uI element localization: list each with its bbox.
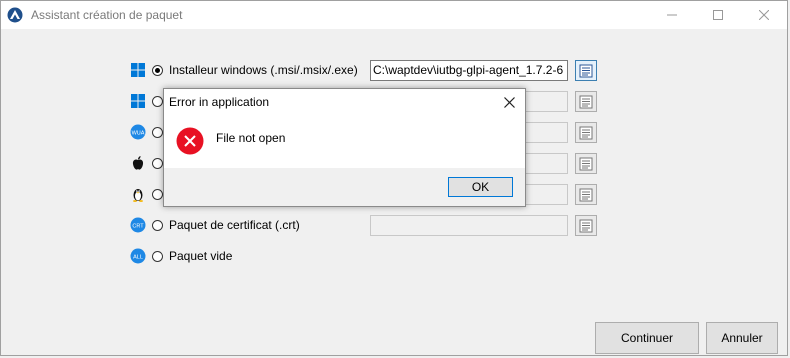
option-row-windows-2[interactable] (130, 90, 163, 112)
dialog-body: File not open (164, 115, 525, 168)
continue-button[interactable]: Continuer (595, 322, 699, 354)
certificate-path-field[interactable] (370, 215, 568, 236)
ok-button[interactable]: OK (448, 177, 513, 197)
option-row-apple[interactable] (130, 152, 163, 174)
option-row-empty-package[interactable]: ALL Paquet vide (130, 245, 232, 267)
svg-text:ALL: ALL (133, 255, 143, 261)
browse-installer-button[interactable] (575, 60, 597, 81)
option-row-wua[interactable]: WUA (130, 121, 163, 143)
option-label-windows-installer: Installeur windows (.msi/.msix/.exe) (169, 63, 358, 77)
option-row-certificate[interactable]: CRT Paquet de certificat (.crt) (130, 214, 300, 236)
radio-apple[interactable] (152, 157, 163, 169)
wua-icon: WUA (130, 124, 146, 140)
window-title: Assistant création de paquet (31, 8, 183, 22)
dialog-title: Error in application (169, 95, 270, 109)
radio-windows-2[interactable] (152, 95, 163, 107)
radio-linux[interactable] (152, 188, 163, 200)
option-row-windows-installer[interactable]: Installeur windows (.msi/.msix/.exe) (130, 59, 358, 81)
crt-icon: CRT (130, 217, 146, 233)
minimize-button[interactable] (649, 1, 695, 29)
cancel-button[interactable]: Annuler (706, 322, 778, 354)
browse-certificate-button[interactable] (575, 215, 597, 236)
radio-wua[interactable] (152, 126, 163, 138)
title-bar[interactable]: Assistant création de paquet (1, 1, 787, 29)
browse-button-5[interactable] (575, 184, 597, 205)
option-label-empty-package: Paquet vide (169, 249, 233, 263)
radio-empty-package[interactable] (152, 250, 163, 262)
browse-file-icon (579, 188, 593, 201)
package-wizard-window: Assistant création de paquet Installeur … (0, 0, 788, 356)
radio-certificate[interactable] (152, 219, 163, 231)
wapt-app-icon (7, 7, 23, 23)
windows-icon (130, 93, 146, 109)
browse-file-icon (579, 157, 593, 170)
browse-file-icon (579, 126, 593, 139)
windows-icon (130, 62, 146, 78)
all-icon: ALL (130, 248, 146, 264)
browse-button-4[interactable] (575, 153, 597, 174)
error-icon (176, 127, 204, 155)
dialog-close-icon[interactable] (501, 94, 517, 110)
svg-text:WUA: WUA (132, 131, 145, 137)
close-button[interactable] (741, 1, 787, 29)
maximize-button[interactable] (695, 1, 741, 29)
radio-windows-installer[interactable] (152, 64, 163, 76)
apple-icon (130, 155, 146, 171)
dialog-title-bar[interactable]: Error in application (164, 89, 525, 115)
error-dialog: Error in application File not open OK (163, 88, 526, 207)
browse-button-3[interactable] (575, 122, 597, 143)
browse-file-icon (579, 64, 593, 77)
installer-path-field[interactable]: C:\waptdev\iutbg-glpi-agent_1.7.2-6 (370, 60, 568, 81)
option-label-certificate: Paquet de certificat (.crt) (169, 218, 300, 232)
dialog-message: File not open (216, 131, 286, 145)
browse-file-icon (579, 219, 593, 232)
svg-text:CRT: CRT (132, 224, 144, 230)
browse-button-2[interactable] (575, 91, 597, 112)
browse-file-icon (579, 95, 593, 108)
linux-icon (130, 186, 146, 202)
option-row-linux[interactable] (130, 183, 163, 205)
